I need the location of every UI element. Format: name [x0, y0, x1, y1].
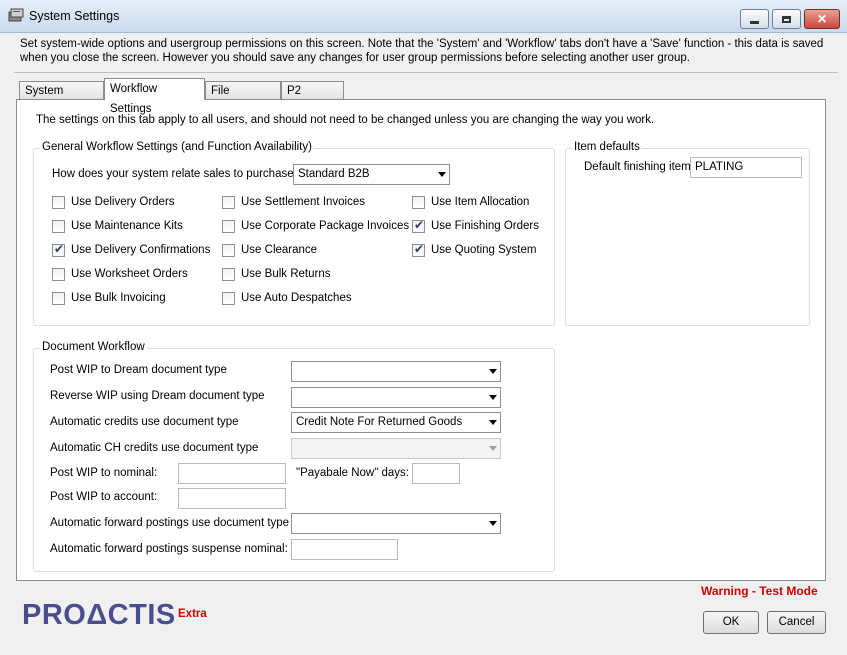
post-wip-account-input[interactable]	[178, 488, 286, 509]
use-finishing-orders-label: Use Finishing Orders	[431, 220, 540, 232]
use-auto-despatches-label: Use Auto Despatches	[241, 292, 352, 304]
forward-postings-dropdown[interactable]	[291, 513, 501, 534]
minimize-icon	[750, 20, 759, 24]
use-worksheet-orders-checkbox[interactable]	[52, 268, 65, 281]
use-auto-despatches-checkbox[interactable]	[222, 292, 235, 305]
auto-credits-dropdown[interactable]: Credit Note For Returned Goods	[291, 412, 501, 433]
post-wip-nominal-label: Post WIP to nominal:	[50, 467, 158, 479]
use-bulk-returns-checkbox[interactable]	[222, 268, 235, 281]
use-corporate-package-invoices-checkbox[interactable]	[222, 220, 235, 233]
use-settlement-invoices-label: Use Settlement Invoices	[241, 196, 366, 208]
use-delivery-orders-label: Use Delivery Orders	[71, 196, 175, 208]
auto-credits-value: Credit Note For Returned Goods	[296, 416, 463, 428]
suspense-nominal-label: Automatic forward postings suspense nomi…	[50, 543, 288, 555]
use-delivery-confirmations-checkbox[interactable]: ✔	[52, 242, 65, 257]
default-finishing-value: PLATING	[695, 161, 744, 173]
auto-ch-credits-dropdown[interactable]	[291, 438, 501, 459]
use-delivery-confirmations-label: Use Delivery Confirmations	[71, 244, 211, 256]
reverse-wip-label: Reverse WIP using Dream document type	[50, 390, 265, 402]
auto-credits-label: Automatic credits use document type	[50, 416, 239, 428]
maximize-button[interactable]	[772, 9, 801, 29]
ok-button[interactable]: OK	[703, 611, 759, 634]
use-bulk-invoicing-label: Use Bulk Invoicing	[71, 292, 166, 304]
use-item-allocation-checkbox[interactable]	[412, 196, 425, 209]
tab-system-settings[interactable]: System Settings	[19, 81, 104, 115]
default-finishing-label: Default finishing item	[584, 161, 691, 173]
item-defaults-legend: Item defaults	[572, 141, 642, 153]
use-quoting-system-label: Use Quoting System	[431, 244, 537, 256]
use-clearance-checkbox[interactable]	[222, 244, 235, 257]
settings-app-icon	[8, 8, 24, 22]
cancel-button[interactable]: Cancel	[767, 611, 826, 634]
use-bulk-returns-label: Use Bulk Returns	[241, 268, 331, 280]
chevron-down-icon	[489, 369, 497, 374]
window-description: Set system-wide options and usergroup pe…	[20, 38, 824, 64]
use-bulk-invoicing-checkbox[interactable]	[52, 292, 65, 305]
check-icon: ✔	[414, 242, 425, 256]
logo-extra-label: Extra	[178, 608, 207, 620]
window-title: System Settings	[29, 9, 120, 23]
payable-now-label: "Payabale Now" days:	[296, 467, 410, 479]
forward-postings-label: Automatic forward postings use document …	[50, 517, 290, 529]
post-wip-nominal-input[interactable]	[178, 463, 286, 484]
close-button[interactable]: ✕	[804, 9, 840, 29]
payable-now-input[interactable]	[412, 463, 460, 484]
check-icon: ✔	[414, 218, 425, 232]
use-clearance-label: Use Clearance	[241, 244, 318, 256]
post-wip-doc-dropdown[interactable]	[291, 361, 501, 382]
chevron-down-icon	[489, 420, 497, 425]
use-maintenance-kits-label: Use Maintenance Kits	[71, 220, 183, 232]
use-finishing-orders-checkbox[interactable]: ✔	[412, 218, 425, 233]
tab-workflow-settings[interactable]: Workflow Settings	[104, 78, 205, 115]
use-quoting-system-checkbox[interactable]: ✔	[412, 242, 425, 257]
post-wip-doc-label: Post WIP to Dream document type	[50, 364, 227, 376]
relate-sales-dropdown[interactable]: Standard B2B	[293, 164, 450, 185]
use-delivery-orders-checkbox[interactable]	[52, 196, 65, 209]
document-workflow-legend: Document Workflow	[40, 341, 147, 353]
title-bar[interactable]	[0, 0, 847, 33]
close-icon: ✕	[816, 12, 828, 26]
relate-sales-value: Standard B2B	[298, 168, 370, 180]
suspense-nominal-input[interactable]	[291, 539, 398, 560]
reverse-wip-dropdown[interactable]	[291, 387, 501, 408]
use-maintenance-kits-checkbox[interactable]	[52, 220, 65, 233]
relate-sales-label: How does your system relate sales to pur…	[52, 168, 306, 180]
use-worksheet-orders-label: Use Worksheet Orders	[71, 268, 188, 280]
chevron-down-icon	[489, 395, 497, 400]
default-finishing-input[interactable]: PLATING	[690, 157, 802, 178]
post-wip-account-label: Post WIP to account:	[50, 491, 158, 503]
chevron-down-icon	[438, 172, 446, 177]
auto-ch-credits-label: Automatic CH credits use document type	[50, 442, 259, 454]
use-corporate-package-invoices-label: Use Corporate Package Invoices	[241, 220, 410, 232]
use-settlement-invoices-checkbox[interactable]	[222, 196, 235, 209]
maximize-icon	[782, 15, 791, 23]
minimize-button[interactable]	[740, 9, 769, 29]
chevron-down-icon	[489, 446, 497, 451]
check-icon: ✔	[54, 242, 65, 256]
general-workflow-legend: General Workflow Settings (and Function …	[40, 141, 314, 153]
tab-p2-settings[interactable]: P2 Settings	[281, 81, 344, 115]
use-item-allocation-label: Use Item Allocation	[431, 196, 530, 208]
description-divider	[14, 72, 838, 73]
tab-file-locations[interactable]: File Locations	[205, 81, 281, 115]
chevron-down-icon	[489, 521, 497, 526]
test-mode-warning: Warning - Test Mode	[701, 584, 818, 598]
proactis-logo: PROΔCTIS	[22, 599, 176, 631]
